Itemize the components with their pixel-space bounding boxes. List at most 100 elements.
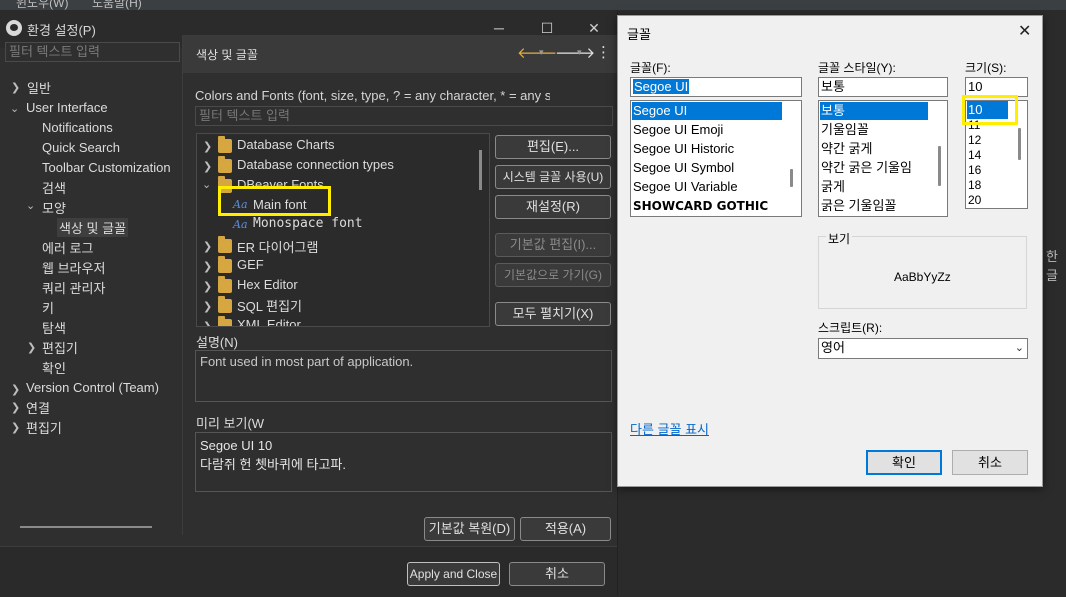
font-tree-item[interactable]: Database connection types [237,157,394,172]
description-label: 설명(N) [196,335,238,350]
chevron-right-icon[interactable]: ❯ [203,140,212,153]
chevron-right-icon[interactable]: ❯ [203,240,212,253]
tree-item-toolbar-customization[interactable]: Toolbar Customization [42,160,171,175]
menu-help[interactable]: 도움말(H) [92,0,142,10]
chevron-down-icon[interactable]: ⌄ [10,102,19,115]
tree-item-navigation[interactable]: 탐색 [42,318,66,337]
reset-button[interactable]: 재설정(R) [495,195,611,219]
close-icon[interactable]: ✕ [1018,21,1031,41]
chevron-right-icon[interactable]: ❯ [203,260,212,273]
forward-dropdown-icon[interactable]: ▾ [577,47,582,58]
colors-fonts-tree: ❯ Database Charts ❯ Database connection … [196,133,490,327]
font-tree-item[interactable]: XML Editor [237,317,301,326]
font-option[interactable]: Segoe UI [632,102,782,120]
chevron-right-icon[interactable]: ❯ [203,280,212,293]
font-style-list: 보통 기울임꼴 약간 굵게 약간 굵은 기울임 굵게 굵은 기울임꼴 [818,100,948,217]
font-filter-input[interactable]: 필터 텍스트 입력 [195,106,613,126]
highlight-main-font [218,186,331,216]
font-size-input[interactable]: 10 [965,77,1028,97]
expand-all-button[interactable]: 모두 펼치기(X) [495,302,611,326]
tree-item-query-manager[interactable]: 쿼리 관리자 [42,278,105,297]
menu-bar: 윈도우(W) 도움말(H) [0,0,1066,10]
style-list-scrollbar[interactable] [938,146,941,186]
font-tree-item[interactable]: Monospace font [253,216,363,231]
folder-icon [218,296,232,313]
style-option[interactable]: 굵게 [820,178,845,196]
page-header: 색상 및 글꼴 🡐 ▾ 🡒 ▾ ⋮ [183,35,617,73]
font-tree-scrollbar[interactable] [479,150,482,190]
chevron-right-icon[interactable]: ❯ [27,341,36,354]
size-list-scrollbar[interactable] [1018,128,1021,160]
style-option[interactable]: 굵은 기울임꼴 [820,197,896,215]
chevron-right-icon[interactable]: ❯ [203,320,212,326]
chevron-right-icon[interactable]: ❯ [11,401,20,414]
style-option[interactable]: 약간 굵은 기울임 [820,159,912,177]
script-select[interactable]: 영어 ⌄ [818,338,1028,359]
folder-icon [218,136,232,153]
tree-item-notifications[interactable]: Notifications [42,120,113,135]
edit-default-button[interactable]: 기본값 편집(I)... [495,233,611,257]
chevron-down-icon[interactable]: ⌄ [202,178,211,191]
restore-defaults-button[interactable]: 기본값 복원(D) [424,517,515,541]
chevron-right-icon[interactable]: ❯ [11,421,20,434]
folder-icon [218,276,232,293]
tree-item-general[interactable]: 일반 [27,78,51,97]
chevron-right-icon[interactable]: ❯ [203,300,212,313]
font-option[interactable]: Segoe UI Variable [632,178,738,196]
forward-arrow-icon[interactable]: 🡒 [555,43,595,62]
dbeaver-app-icon [6,20,22,36]
chevron-down-icon[interactable]: ⌄ [26,199,35,212]
font-tree-item[interactable]: ER 다이어그램 [237,237,318,256]
size-option[interactable]: 20 [967,191,981,208]
font-option[interactable]: Segoe UI Historic [632,140,734,158]
edit-button[interactable]: 편집(E)... [495,135,611,159]
font-tree-item[interactable]: GEF [237,257,264,272]
font-tree-item[interactable]: Database Charts [237,137,335,152]
tree-item-editors[interactable]: 편집기 [42,338,78,357]
left-filter-input[interactable]: 필터 텍스트 입력 [5,42,180,62]
tree-item-quick-search[interactable]: Quick Search [42,140,120,155]
style-option[interactable]: 기울임꼴 [820,121,869,139]
cancel-button[interactable]: 취소 [509,562,605,586]
goto-default-button[interactable]: 기본값으로 가기(G) [495,263,611,287]
tree-item-search[interactable]: 검색 [42,178,66,197]
tree-item-user-interface[interactable]: User Interface [26,100,108,115]
pane-divider[interactable] [182,35,183,535]
back-arrow-icon[interactable]: 🡐 [517,43,557,62]
ok-button[interactable]: 확인 [866,450,942,475]
tree-item-keys[interactable]: 키 [42,298,54,317]
font-option[interactable]: Segoe UI Emoji [632,121,723,139]
show-more-fonts-link[interactable]: 다른 글꼴 표시 [630,419,709,438]
font-icon: Aa [233,218,248,231]
cancel-button[interactable]: 취소 [952,450,1028,475]
chevron-right-icon[interactable]: ❯ [203,160,212,173]
apply-and-close-button[interactable]: Apply and Close [407,562,500,586]
style-option[interactable]: 약간 굵게 [820,140,872,158]
menu-window[interactable]: 윈도우(W) [16,0,68,10]
font-family-input[interactable]: Segoe UI [630,77,802,97]
left-tree-hscrollbar[interactable] [20,526,152,528]
tree-item-colors-fonts[interactable]: 색상 및 글꼴 [57,218,129,237]
tree-item-appearance[interactable]: 모양 [42,198,66,217]
folder-icon [218,236,232,253]
back-dropdown-icon[interactable]: ▾ [539,47,544,58]
tree-item-error-log[interactable]: 에러 로그 [42,238,93,257]
use-system-font-button[interactable]: 시스템 글꼴 사용(U) [495,165,611,189]
font-option[interactable]: SHOWCARD GOTHIC [632,197,768,215]
font-tree-item[interactable]: Hex Editor [237,277,298,292]
tree-item-version-control[interactable]: Version Control (Team) [26,380,159,395]
chevron-right-icon[interactable]: ❯ [11,81,20,94]
apply-button[interactable]: 적용(A) [520,517,611,541]
font-style-input[interactable]: 보통 [818,77,948,97]
font-list-scrollbar[interactable] [790,169,793,187]
tree-item-editors-root[interactable]: 편집기 [26,418,62,437]
tree-item-confirm[interactable]: 확인 [42,358,66,377]
chevron-right-icon[interactable]: ❯ [11,383,20,396]
font-tree-item[interactable]: SQL 편집기 [237,296,302,315]
tree-item-connections[interactable]: 연결 [26,398,50,417]
font-option[interactable]: Segoe UI Symbol [632,159,734,177]
preferences-tree: ❯ 일반 ⌄ User Interface Notifications Quic… [0,64,182,534]
style-option[interactable]: 보통 [820,102,928,120]
tree-item-web-browser[interactable]: 웹 브라우저 [42,258,105,277]
more-menu-icon[interactable]: ⋮ [596,43,611,61]
